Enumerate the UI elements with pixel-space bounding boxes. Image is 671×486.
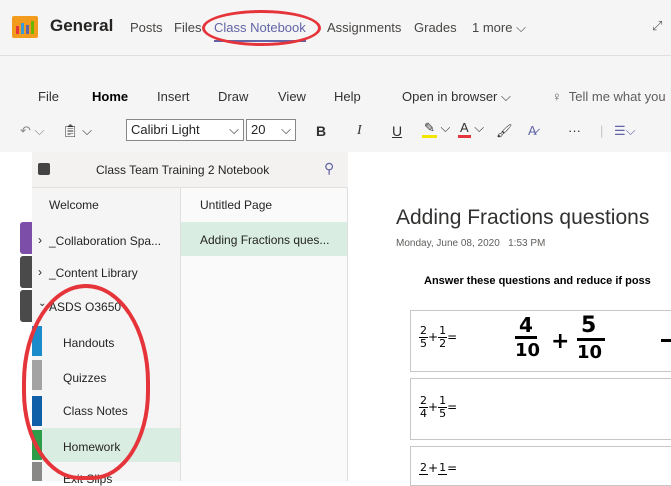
font-size-value: 20 (251, 122, 266, 137)
fraction-denominator: 5 (439, 407, 447, 420)
question-box[interactable]: 2 4 +1 5 = (410, 378, 671, 440)
chevron-down-icon: ⌵ (229, 122, 239, 137)
handwritten-answer: 4 10 + 5 10 (511, 313, 671, 369)
page-date-value: Monday, June 08, 2020 (396, 238, 500, 249)
question-expression: 2 5 +1 2 = (419, 324, 458, 350)
tab-more-label: 1 more (472, 20, 513, 35)
notebook-title[interactable]: Class Team Training 2 Notebook (96, 163, 269, 177)
handwritten-numerator: 4 (519, 313, 533, 337)
page-time-value: 1:53 PM (508, 238, 546, 249)
clear-formatting-icon[interactable]: A̷ (528, 123, 537, 138)
instructions-text[interactable]: Answer these questions and reduce if pos… (424, 275, 651, 287)
tab-grades[interactable]: Grades (414, 20, 457, 35)
font-name-value: Calibri Light (131, 122, 200, 137)
handwritten-numerator: 5 (581, 313, 597, 338)
question-expression: 2 4 +1 5 = (419, 394, 458, 420)
section-group-content-library[interactable]: _Content Library (49, 266, 138, 280)
fraction-denominator: 4 (420, 407, 427, 420)
page-title[interactable]: Adding Fractions questions (396, 206, 649, 230)
font-color-icon[interactable]: A ⌵ (458, 120, 484, 138)
fraction-numerator: 1 (438, 461, 448, 475)
undo-icon[interactable]: ↶ ⌵ (20, 123, 44, 139)
handwritten-denominator: 10 (577, 342, 603, 363)
highlighter-icon[interactable]: ✎ ⌵ (422, 120, 450, 138)
notebook-color-tab (20, 290, 32, 322)
separator: | (600, 123, 604, 138)
annotation-circle-sections (22, 284, 150, 480)
expand-icon[interactable]: ⤢ (652, 18, 662, 34)
team-channel-name: General (50, 16, 114, 35)
more-options-icon[interactable]: ··· (568, 123, 581, 138)
clipboard-icon[interactable]: 📋︎ ⌵ (62, 123, 92, 139)
search-icon[interactable]: ⚲ (324, 160, 334, 177)
ribbon-tab-draw[interactable]: Draw (218, 89, 248, 104)
handwritten-denominator: 10 (515, 340, 541, 361)
page-date: Monday, June 08, 2020 1:53 PM (396, 238, 545, 249)
page-adding-fractions[interactable]: Adding Fractions ques... (200, 233, 329, 247)
underline-button[interactable]: U (392, 123, 402, 139)
section-group-collaboration[interactable]: _Collaboration Spa... (49, 234, 161, 248)
chevron-down-icon: ⌵ (501, 89, 511, 104)
annotation-circle-tab (202, 10, 321, 46)
fraction-denominator: 5 (420, 337, 427, 350)
fraction-numerator: 2 (419, 461, 428, 475)
format-painter-icon[interactable]: 🖌︎ (496, 123, 513, 139)
tell-me-search[interactable]: ♀ Tell me what you (552, 89, 666, 104)
open-in-browser-button[interactable]: Open in browser ⌵ (402, 89, 511, 105)
question-expression: 2 +1 = (419, 461, 458, 475)
question-box[interactable]: 2 5 +1 2 = 4 10 + 5 10 (410, 310, 671, 372)
handwritten-fraction-bar (515, 336, 537, 339)
page-untitled[interactable]: Untitled Page (200, 198, 272, 212)
ribbon-tab-view[interactable]: View (278, 89, 306, 104)
chevron-down-icon: ⌵ (281, 122, 291, 137)
bullet-list-icon[interactable]: ☰⌵ (614, 123, 636, 139)
question-box[interactable]: 2 +1 = (410, 446, 671, 486)
chevron-right-icon[interactable]: › (38, 233, 42, 247)
section-welcome[interactable]: Welcome (49, 198, 99, 212)
open-in-browser-label: Open in browser (402, 89, 498, 104)
font-size-select[interactable]: 20 ⌵ (246, 119, 296, 141)
handwritten-plus: + (551, 329, 570, 354)
ribbon-tab-insert[interactable]: Insert (157, 89, 190, 104)
notebook-color-tab (20, 222, 32, 254)
bold-button[interactable]: B (316, 123, 326, 139)
chevron-right-icon[interactable]: › (38, 265, 42, 279)
tell-me-placeholder: Tell me what you (568, 89, 666, 104)
notebook-icon[interactable] (38, 163, 50, 175)
ribbon-tab-home[interactable]: Home (92, 89, 128, 104)
handwritten-fraction-bar (577, 338, 605, 341)
tab-assignments[interactable]: Assignments (327, 20, 401, 35)
font-name-select[interactable]: Calibri Light ⌵ (126, 119, 244, 141)
tab-more[interactable]: 1 more ⌵ (472, 20, 526, 36)
chevron-down-icon: ⌵ (516, 20, 526, 35)
notebook-color-tab (20, 256, 32, 288)
ribbon-tab-file[interactable]: File (38, 89, 59, 104)
section-color-tab (32, 462, 42, 481)
handwritten-equals (661, 339, 671, 342)
tab-files[interactable]: Files (174, 20, 201, 35)
italic-button[interactable]: I (357, 123, 362, 139)
class-notebook-app-icon (12, 16, 38, 38)
lightbulb-icon: ♀ (552, 89, 562, 104)
tab-posts[interactable]: Posts (130, 20, 163, 35)
fraction-denominator: 2 (439, 337, 447, 350)
ribbon-tab-help[interactable]: Help (334, 89, 361, 104)
